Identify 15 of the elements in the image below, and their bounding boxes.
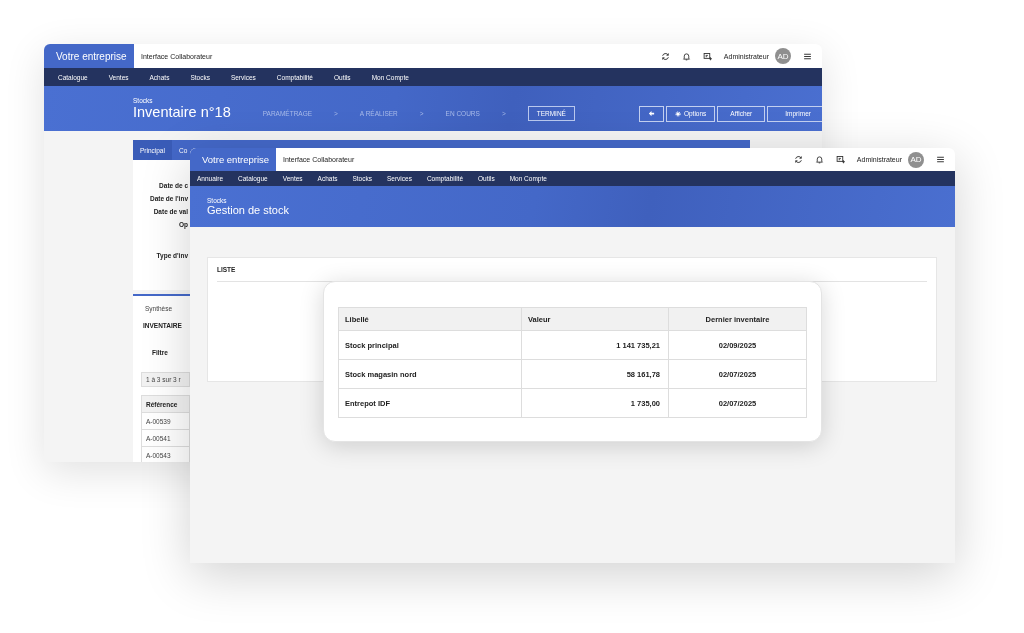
page-title: Inventaire n°18 (133, 104, 231, 120)
bell-icon[interactable] (681, 51, 691, 61)
refresh-icon[interactable] (660, 51, 670, 61)
brand-logo[interactable]: Votre entreprise (190, 148, 276, 171)
arrow-left-icon (647, 110, 655, 117)
gear-icon (674, 110, 681, 117)
back-button[interactable] (638, 105, 664, 122)
screen-plus-icon[interactable] (835, 155, 845, 164)
page-title: Gestion de stock (207, 204, 289, 216)
screen-plus-icon[interactable] (702, 51, 712, 61)
menu-icon[interactable] (803, 51, 812, 61)
bell-icon[interactable] (814, 155, 824, 164)
brand-logo[interactable]: Votre entreprise (44, 44, 134, 68)
refresh-icon[interactable] (793, 155, 803, 164)
menu-icon[interactable] (936, 155, 945, 164)
